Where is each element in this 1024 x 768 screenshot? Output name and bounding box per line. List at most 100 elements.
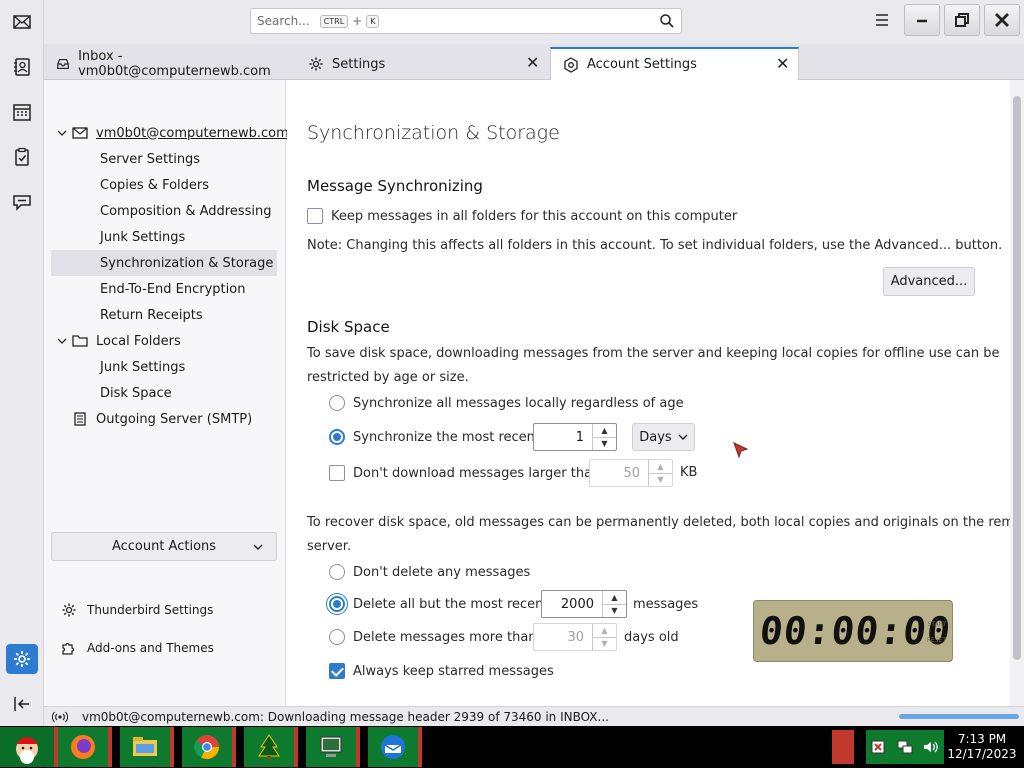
minimize-button[interactable] — [904, 4, 940, 36]
taskbar-computer[interactable] — [306, 727, 360, 767]
stopwatch-widget[interactable]: 00:00:00 START RESET — [753, 600, 953, 662]
stepper-up-icon[interactable]: ▲ — [603, 591, 626, 605]
taskbar-firefox[interactable] — [58, 727, 112, 767]
addons-themes-link[interactable]: Add-ons and Themes — [61, 637, 214, 659]
stepper-up-icon[interactable]: ▲ — [593, 424, 616, 438]
taskbar-chrome[interactable] — [182, 727, 236, 767]
tray-network-icon[interactable] — [896, 738, 914, 756]
status-bar: vm0b0t@computernewb.com: Downloading mes… — [44, 706, 1024, 726]
scrollbar-thumb[interactable] — [1013, 96, 1021, 660]
account-settings-icon — [564, 56, 578, 73]
dont-download-checkbox[interactable] — [329, 465, 345, 481]
chevron-down-icon[interactable] — [56, 335, 68, 347]
taskbar-clock[interactable]: 7:13 PM 12/17/2023 — [946, 732, 1018, 762]
status-progress-bar — [899, 714, 1019, 719]
calendar-icon[interactable] — [6, 97, 38, 127]
sync-all-radio[interactable] — [329, 395, 345, 411]
tree-item-disk-space[interactable]: Disk Space — [100, 380, 172, 406]
collapse-spaces-icon[interactable] — [6, 689, 38, 719]
tab-settings[interactable]: Settings ✕ — [296, 48, 548, 80]
taskbar-file-explorer[interactable] — [120, 727, 174, 767]
tree-account-label: vm0b0t@computernewb.com — [96, 125, 289, 141]
tab-account-settings[interactable]: Account Settings ✕ — [550, 47, 799, 80]
advanced-button[interactable]: Advanced... — [883, 267, 975, 296]
address-book-icon[interactable] — [6, 52, 38, 82]
tree-item-server-settings[interactable]: Server Settings — [100, 146, 200, 172]
stopwatch-reset-label[interactable]: RESET — [927, 637, 946, 644]
tab-settings-close-icon[interactable]: ✕ — [526, 55, 540, 71]
dont-download-option[interactable]: Don't download messages larger than — [329, 465, 600, 481]
delete-all-but-radio[interactable] — [329, 596, 345, 612]
restore-button[interactable] — [944, 4, 980, 36]
days-old-stepper[interactable]: 30 ▲ ▼ — [533, 623, 617, 651]
app-menu-icon[interactable] — [874, 12, 890, 28]
tree-item-copies-folders[interactable]: Copies & Folders — [100, 172, 209, 198]
tree-outgoing-server[interactable]: Outgoing Server (SMTP) — [72, 406, 252, 432]
taskbar-thunderbird[interactable] — [368, 727, 422, 767]
stopwatch-start-label[interactable]: START — [927, 621, 946, 628]
tree-local-folders[interactable]: Local Folders — [72, 328, 181, 354]
mail-icon[interactable] — [6, 7, 38, 37]
messages-unit-label: messages — [633, 597, 699, 612]
account-tree: vm0b0t@computernewb.com Server Settings … — [44, 80, 289, 706]
tree-item-label: Junk Settings — [100, 229, 186, 245]
thunderbird-settings-link[interactable]: Thunderbird Settings — [61, 599, 213, 621]
sync-unit-dropdown[interactable]: Days — [632, 423, 695, 451]
dont-delete-option[interactable]: Don't delete any messages — [329, 564, 530, 580]
delete-older-radio[interactable] — [329, 629, 345, 645]
chat-icon[interactable] — [6, 187, 38, 217]
content-scrollbar[interactable] — [1010, 80, 1024, 706]
chevron-down-icon[interactable] — [56, 127, 68, 139]
taskbar-time: 7:13 PM — [957, 732, 1007, 746]
size-limit-stepper[interactable]: 50 ▲ ▼ — [589, 459, 673, 487]
tree-outgoing-label: Outgoing Server (SMTP) — [96, 411, 253, 427]
tray-volume-icon[interactable] — [922, 738, 940, 756]
tab-inbox-label: Inbox - vm0b0t@computernewb.com — [78, 49, 271, 79]
stepper-down-icon[interactable]: ▼ — [593, 438, 616, 451]
shortcut-key-ctrl: CTRL — [319, 14, 349, 28]
stepper-down-icon[interactable]: ▼ — [603, 605, 626, 618]
tray-flag-icon[interactable] — [870, 738, 888, 756]
dont-delete-radio[interactable] — [329, 564, 345, 580]
thunderbird-settings-label: Thunderbird Settings — [87, 603, 214, 617]
delete-all-but-label: Delete all but the most recent — [353, 596, 549, 612]
start-button[interactable] — [0, 727, 58, 767]
search-input[interactable]: Search... CTRL + K — [250, 8, 682, 34]
keep-messages-checkbox[interactable] — [307, 208, 323, 224]
puzzle-icon — [62, 642, 75, 655]
tree-item-junk-settings[interactable]: Junk Settings — [100, 224, 185, 250]
keep-starred-option[interactable]: Always keep starred messages — [329, 663, 554, 679]
settings-gear-icon[interactable] — [6, 644, 38, 674]
tree-item-composition[interactable]: Composition & Addressing — [100, 198, 271, 224]
sync-all-option[interactable]: Synchronize all messages locally regardl… — [329, 395, 684, 411]
taskbar-christmas-tree[interactable] — [244, 727, 298, 767]
tree-item-sync-storage[interactable]: Synchronization & Storage — [51, 250, 277, 276]
tree-item-local-junk[interactable]: Junk Settings — [100, 354, 185, 380]
delete-count-stepper[interactable]: 2000 ▲ ▼ — [541, 590, 627, 618]
sync-recent-value: 1 — [575, 429, 584, 445]
keep-starred-checkbox[interactable] — [329, 663, 345, 679]
system-tray — [866, 730, 944, 764]
close-window-button[interactable] — [984, 4, 1020, 36]
tab-inbox[interactable]: Inbox - vm0b0t@computernewb.com — [44, 48, 290, 80]
sync-recent-option[interactable]: Synchronize the most recent — [329, 429, 540, 445]
account-actions-button[interactable]: Account Actions — [51, 532, 277, 561]
christmas-tree-icon — [258, 734, 280, 760]
tree-item-return-receipts[interactable]: Return Receipts — [100, 302, 203, 328]
stepper-up-icon[interactable]: ▲ — [593, 624, 616, 638]
online-status-icon[interactable] — [52, 711, 68, 723]
keep-messages-option[interactable]: Keep messages in all folders for this ac… — [307, 208, 737, 224]
stepper-down-icon[interactable]: ▼ — [593, 638, 616, 651]
delete-older-option[interactable]: Delete messages more than — [329, 629, 537, 645]
stepper-up-icon[interactable]: ▲ — [649, 460, 672, 474]
delete-all-but-option[interactable]: Delete all but the most recent — [329, 596, 549, 612]
tree-item-e2e-encryption[interactable]: End-To-End Encryption — [100, 276, 245, 302]
tree-item-label: Synchronization & Storage — [100, 255, 274, 271]
tree-account[interactable]: vm0b0t@computernewb.com — [72, 120, 289, 146]
stepper-down-icon[interactable]: ▼ — [649, 474, 672, 487]
sync-recent-stepper[interactable]: 1 ▲ ▼ — [533, 423, 617, 451]
sync-recent-radio[interactable] — [329, 429, 345, 445]
tasks-icon[interactable] — [6, 142, 38, 172]
account-mail-icon — [72, 127, 88, 139]
tab-account-settings-close-icon[interactable]: ✕ — [776, 56, 790, 72]
